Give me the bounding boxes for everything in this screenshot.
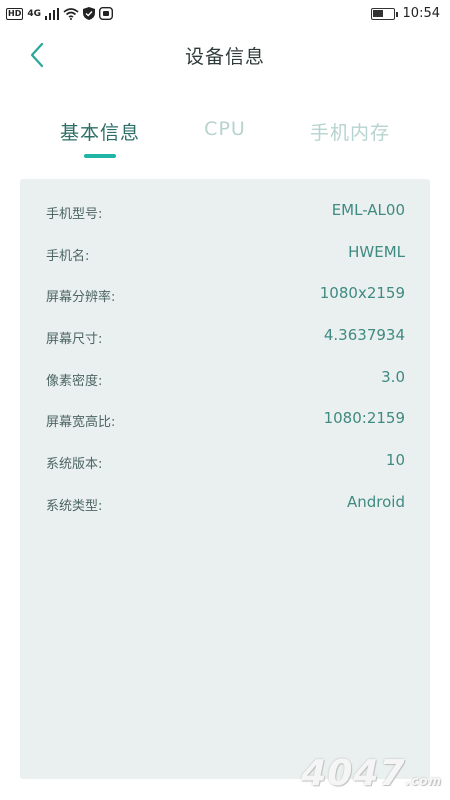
- info-row-system-type: 系统类型: Android: [20, 489, 430, 519]
- row-label: 像素密度:: [46, 374, 103, 389]
- row-value: HWEML: [348, 243, 405, 261]
- app-icon: [99, 7, 113, 20]
- row-value: Android: [347, 493, 405, 511]
- info-row-phone-name: 手机名: HWEML: [20, 239, 430, 269]
- battery-level: [372, 9, 383, 17]
- tab-bar: 基本信息 CPU 手机内存: [0, 118, 450, 163]
- active-tab-indicator: [84, 154, 116, 158]
- status-icons-right: 10:54: [370, 6, 440, 21]
- row-value: 1080:2159: [323, 409, 405, 427]
- app-header: 设备信息: [0, 30, 450, 80]
- status-bar: HD 4G 10:54: [0, 0, 450, 30]
- page-title: 设备信息: [184, 46, 265, 68]
- wifi-icon: [63, 7, 79, 20]
- tab-cpu[interactable]: CPU: [190, 118, 260, 158]
- row-label: 系统类型:: [46, 499, 103, 514]
- watermark-suffix: .com: [405, 774, 442, 788]
- row-label: 屏幕宽高比:: [46, 415, 116, 430]
- status-icons-left: HD 4G: [6, 7, 113, 20]
- row-value: EML-AL00: [331, 201, 405, 219]
- info-card: 手机型号: EML-AL00 手机名: HWEML 屏幕分辨率: 1080x21…: [20, 179, 430, 779]
- signal-label: 4G: [27, 8, 41, 19]
- signal-icon: [45, 7, 59, 20]
- row-label: 手机型号:: [46, 207, 103, 222]
- row-label: 系统版本:: [46, 457, 103, 472]
- info-row-model: 手机型号: EML-AL00: [20, 197, 430, 227]
- watermark-text: 4047: [301, 753, 406, 794]
- info-row-resolution: 屏幕分辨率: 1080x2159: [20, 280, 430, 310]
- row-value: 3.0: [381, 368, 405, 386]
- tab-phone-memory[interactable]: 手机内存: [300, 118, 400, 158]
- row-label: 手机名:: [46, 249, 90, 264]
- info-row-screen-size: 屏幕尺寸: 4.3637934: [20, 322, 430, 352]
- row-label: 屏幕尺寸:: [46, 332, 103, 347]
- tab-label: 基本信息: [59, 122, 140, 144]
- info-row-system-version: 系统版本: 10: [20, 447, 430, 477]
- info-row-pixel-density: 像素密度: 3.0: [20, 364, 430, 394]
- vpn-shield-icon: [83, 7, 95, 20]
- tab-label: CPU: [204, 118, 246, 140]
- tab-basic-info[interactable]: 基本信息: [50, 118, 150, 158]
- battery-icon: [370, 7, 398, 20]
- row-label: 屏幕分辨率:: [46, 290, 116, 305]
- status-time: 10:54: [402, 6, 440, 21]
- row-value: 10: [385, 451, 405, 469]
- row-value: 1080x2159: [319, 284, 405, 302]
- tab-label: 手机内存: [309, 122, 390, 144]
- hd-icon: HD: [6, 7, 24, 20]
- screen: HD 4G 10:54 设备信息 基本信息 CPU 手机内存 手机型号: EML…: [0, 0, 450, 800]
- site-watermark: 4047.com: [301, 753, 442, 794]
- info-row-aspect-ratio: 屏幕宽高比: 1080:2159: [20, 405, 430, 435]
- row-value: 4.3637934: [323, 326, 405, 344]
